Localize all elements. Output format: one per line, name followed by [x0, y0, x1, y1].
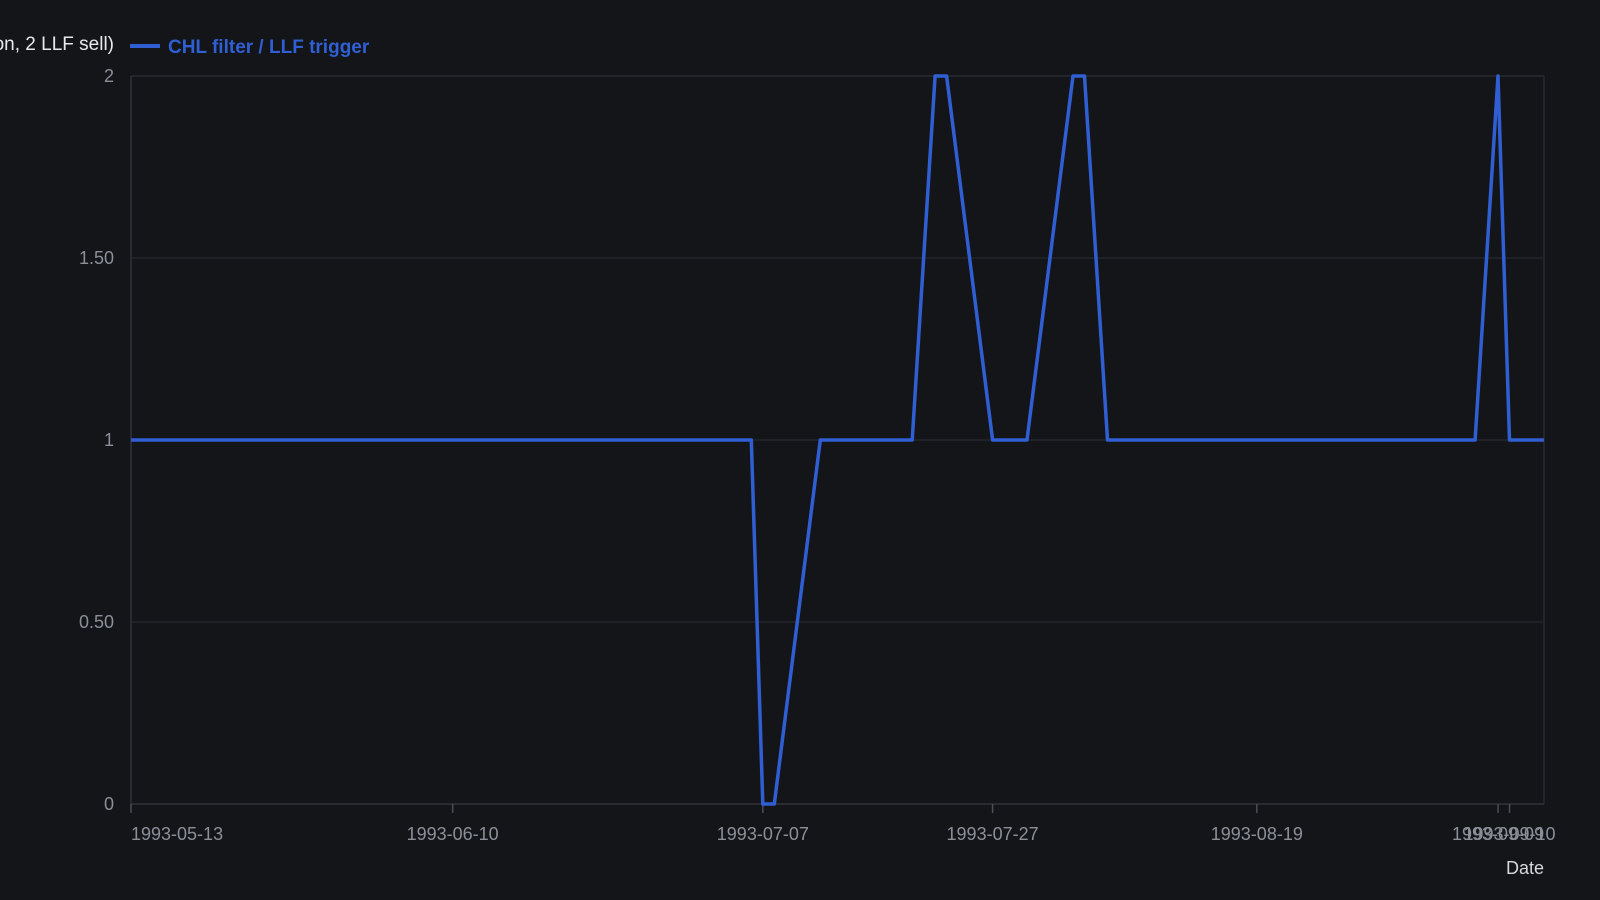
series-line [131, 74, 1544, 806]
x-tick-label: 1993-07-07 [717, 824, 809, 844]
y-tick-labels: 0 0.50 1 1.50 2 [79, 66, 114, 814]
series-lines [131, 74, 1544, 806]
legend[interactable]: CHL filter / LLF trigger [130, 37, 370, 58]
x-tick-label: 1993-08-19 [1211, 824, 1303, 844]
y-tick-label: 2 [104, 66, 114, 86]
y-tick-label: 1 [104, 430, 114, 450]
y-tick-label: 0.50 [79, 612, 114, 632]
grid-lines [131, 75, 1544, 623]
x-axis-title: Date [1506, 858, 1544, 878]
y-tick-label: 0 [104, 794, 114, 814]
y-axis-label: on, 2 LLF sell) [0, 34, 114, 55]
x-tick-label: 1993-06-10 [407, 824, 499, 844]
legend-label: CHL filter / LLF trigger [168, 37, 370, 58]
x-tick-labels: 1993-05-13 1993-06-10 1993-07-07 1993-07-27… [131, 824, 1556, 844]
x-tick-label: 1993-05-13 [131, 824, 223, 844]
x-tick-label: 1993-07-27 [947, 824, 1039, 844]
y-tick-label: 1.50 [79, 248, 114, 268]
axes [130, 75, 1545, 813]
line-chart: 0 0.50 1 1.50 2 1993-05-13 1993-06-10 1993-07-… [0, 34, 1556, 878]
x-tick-label: 1993-09-10 [1463, 824, 1555, 844]
